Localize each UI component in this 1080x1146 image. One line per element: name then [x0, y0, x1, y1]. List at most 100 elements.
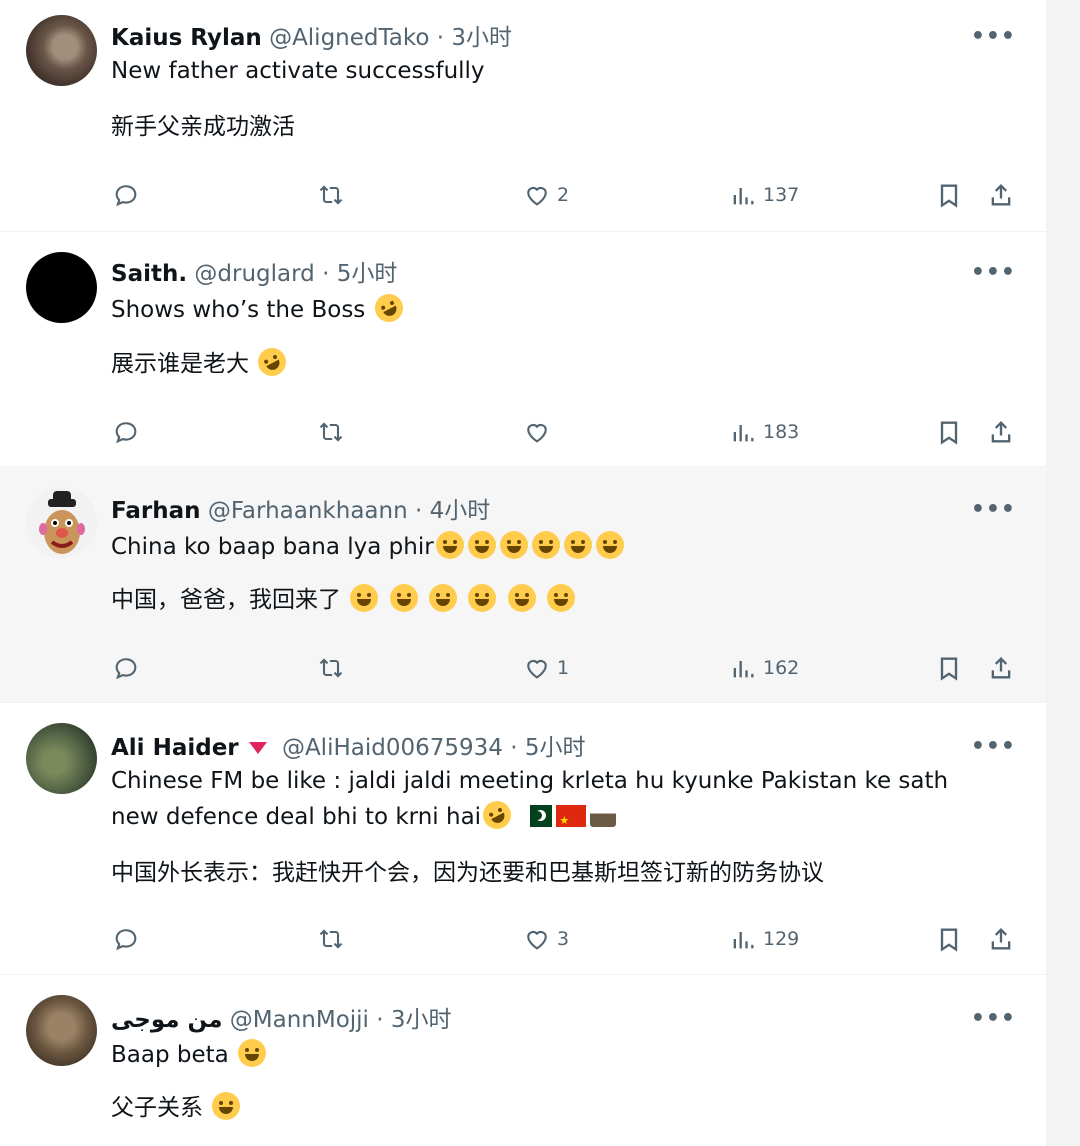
- avatar[interactable]: [26, 487, 97, 558]
- reply-icon: [115, 658, 137, 680]
- share-icon: [991, 928, 1011, 950]
- post-time[interactable]: · 5小时: [322, 261, 397, 287]
- views-button[interactable]: 137: [729, 178, 799, 212]
- view-count: 183: [763, 421, 800, 443]
- avatar[interactable]: [26, 723, 97, 794]
- post-header: Saith. @druglard · 5小时: [111, 254, 397, 288]
- share-button[interactable]: [987, 415, 1015, 449]
- avatar[interactable]: [26, 15, 97, 86]
- post-header: Ali Haider @AliHaid00675934 · 5小时: [111, 728, 586, 762]
- views-button[interactable]: 162: [729, 651, 799, 685]
- display-name[interactable]: Saith.: [111, 261, 187, 287]
- like-button[interactable]: 3: [523, 922, 569, 956]
- share-button[interactable]: [987, 651, 1015, 685]
- reply-button[interactable]: [112, 178, 140, 212]
- user-handle[interactable]: @MannMojji: [230, 1007, 369, 1033]
- reply-post[interactable]: Farhan @Farhaankhaann · 4小时 ••• China ko…: [0, 467, 1046, 703]
- like-count: 1: [557, 657, 570, 679]
- user-handle[interactable]: @AlignedTako: [269, 25, 429, 51]
- reply-button[interactable]: [112, 922, 140, 956]
- rofl-emoji-icon: [478, 796, 517, 834]
- user-handle[interactable]: @AliHaid00675934: [282, 735, 503, 761]
- reply-post[interactable]: Kaius Rylan @AlignedTako · 3小时 ••• New f…: [0, 0, 1046, 232]
- more-options-icon[interactable]: •••: [971, 734, 1016, 759]
- china-flag-icon: [556, 803, 587, 839]
- like-button[interactable]: 1: [523, 651, 569, 685]
- display-name[interactable]: Farhan: [111, 498, 201, 524]
- post-header: Kaius Rylan @AlignedTako · 3小时: [111, 18, 512, 52]
- reply-post[interactable]: Ali Haider @AliHaid00675934 · 5小时 ••• Ch…: [0, 703, 1046, 975]
- post-time[interactable]: · 3小时: [376, 1007, 451, 1033]
- rofl-emoji-icon: [369, 289, 408, 327]
- post-header: من موجی @MannMojji · 3小时: [111, 1000, 452, 1034]
- like-icon: [527, 423, 547, 443]
- share-button[interactable]: [987, 922, 1015, 956]
- repost-button[interactable]: [317, 415, 345, 449]
- post-text: China ko baap bana lya phir: [111, 531, 626, 560]
- bookmark-button[interactable]: [935, 922, 963, 956]
- tears-of-joy-emoji-icon: [435, 531, 464, 559]
- repost-icon: [319, 658, 343, 678]
- repost-button[interactable]: [317, 651, 345, 685]
- more-options-icon[interactable]: •••: [971, 24, 1016, 49]
- tears-of-joy-emoji-icon: [546, 584, 575, 612]
- like-icon: [527, 659, 547, 679]
- views-icon: [733, 425, 754, 442]
- view-count: 137: [763, 184, 800, 206]
- avatar[interactable]: [26, 252, 97, 323]
- reply-button[interactable]: [112, 651, 140, 685]
- repost-button[interactable]: [317, 178, 345, 212]
- avatar[interactable]: [26, 995, 97, 1066]
- like-button[interactable]: [523, 415, 557, 449]
- post-text-content: Baap beta: [111, 1042, 229, 1068]
- post-time[interactable]: · 3小时: [437, 25, 512, 51]
- share-button[interactable]: [987, 178, 1015, 212]
- post-translation: 父子关系: [111, 1088, 242, 1122]
- display-name[interactable]: Ali Haider: [111, 735, 239, 761]
- view-count: 162: [763, 657, 800, 679]
- tears-of-joy-emoji-icon: [389, 584, 418, 612]
- more-options-icon[interactable]: •••: [971, 497, 1016, 522]
- post-time[interactable]: · 5小时: [510, 735, 585, 761]
- reply-post[interactable]: من موجی @MannMojji · 3小时 ••• Baap beta 父…: [0, 975, 1046, 1146]
- display-name[interactable]: Kaius Rylan: [111, 25, 262, 51]
- tears-of-joy-emoji-icon: [499, 531, 528, 559]
- action-bar: 2 137: [0, 178, 1046, 212]
- views-button[interactable]: 129: [729, 922, 799, 956]
- tears-of-joy-emoji-icon: [507, 584, 536, 612]
- reply-icon: [115, 185, 137, 207]
- bookmark-icon: [940, 421, 958, 445]
- post-text-content: China ko baap bana lya phir: [111, 534, 434, 560]
- repost-icon: [319, 185, 343, 205]
- bookmark-button[interactable]: [935, 178, 963, 212]
- more-options-icon[interactable]: •••: [971, 1006, 1016, 1031]
- tears-of-joy-emoji-icon: [467, 531, 496, 559]
- display-name[interactable]: من موجی: [111, 1007, 222, 1033]
- reply-button[interactable]: [112, 415, 140, 449]
- bookmark-button[interactable]: [935, 415, 963, 449]
- potato-head-avatar-icon: [39, 491, 85, 554]
- bookmark-icon: [940, 657, 958, 681]
- action-bar: 183: [0, 415, 1046, 449]
- like-icon: [527, 930, 547, 950]
- share-icon: [991, 421, 1011, 443]
- bookmark-button[interactable]: [935, 651, 963, 685]
- more-options-icon[interactable]: •••: [971, 260, 1016, 285]
- user-handle[interactable]: @druglard: [194, 261, 314, 287]
- post-translation: 中国外长表示：我赶快开个会，因为还要和巴基斯坦签订新的防务协议: [111, 860, 824, 886]
- repost-button[interactable]: [317, 922, 345, 956]
- views-button[interactable]: 183: [729, 415, 799, 449]
- post-time[interactable]: · 4小时: [415, 498, 490, 524]
- post-text: Baap beta: [111, 1039, 268, 1068]
- user-handle[interactable]: @Farhaankhaann: [208, 498, 408, 524]
- repost-icon: [319, 929, 343, 949]
- view-count: 129: [763, 928, 800, 950]
- reply-post[interactable]: Saith. @druglard · 5小时 ••• Shows who’s t…: [0, 232, 1046, 467]
- views-icon: [733, 661, 754, 678]
- like-count: 2: [557, 184, 570, 206]
- grinning-emoji-icon: [238, 1039, 267, 1067]
- like-button[interactable]: 2: [523, 178, 569, 212]
- scrollbar-track[interactable]: [1046, 0, 1080, 1146]
- post-translation: 展示谁是老大: [111, 343, 292, 381]
- post-translation: 新手父亲成功激活: [111, 114, 295, 140]
